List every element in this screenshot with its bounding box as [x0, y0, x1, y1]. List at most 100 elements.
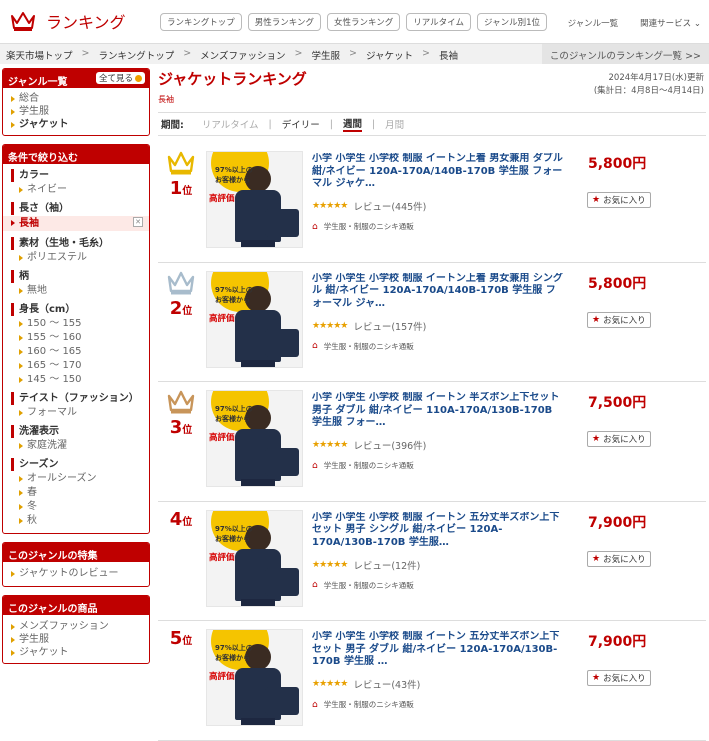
- shop-name[interactable]: 学生服・制服のニシキ通販: [324, 460, 414, 471]
- product-title[interactable]: 小学 小学生 小学校 制服 イートン 五分丈半ズボン上下セット 男子 ダブル 紺…: [312, 631, 564, 669]
- review-count[interactable]: レビュー(396件): [353, 438, 426, 452]
- shop-info: ⌂ 学生服・制服のニシキ通販: [312, 699, 414, 710]
- feature-item-jacket-review[interactable]: ジャケットのレビュー: [11, 567, 143, 580]
- genre-ranking-list-link[interactable]: このジャンルのランキング一覧 >>: [541, 44, 709, 64]
- rank-suffix: 位: [182, 186, 193, 197]
- shop-name[interactable]: 学生服・制服のニシキ通販: [324, 341, 414, 352]
- shop-house-icon: ⌂: [312, 460, 318, 471]
- badge-text: 97%以上の お客様から: [215, 165, 253, 185]
- filter-option-height-165[interactable]: 165 ～ 170: [11, 359, 143, 372]
- badge-percent: 97%以上の: [215, 524, 253, 533]
- filter-option-spring[interactable]: 春: [11, 486, 143, 499]
- product-image[interactable]: 97%以上の お客様から 高評価: [206, 629, 303, 726]
- shop-house-icon: ⌂: [312, 699, 318, 710]
- shop-name[interactable]: 学生服・制服のニシキ通販: [324, 580, 414, 591]
- review-count[interactable]: レビュー(43件): [353, 677, 420, 691]
- filter-option-formal[interactable]: フォーマル: [11, 406, 143, 419]
- filter-option-polyester[interactable]: ポリエステル: [11, 251, 143, 264]
- product-genre-school-uniform[interactable]: 学生服: [11, 633, 143, 646]
- review-count[interactable]: レビュー(445件): [353, 199, 426, 213]
- filter-selected-long-sleeve[interactable]: 長袖 ✕: [3, 216, 149, 231]
- favorite-button[interactable]: ★ お気に入り: [587, 670, 651, 686]
- favorite-button[interactable]: ★ お気に入り: [587, 550, 651, 567]
- badge-high-rating: 高評価: [209, 433, 235, 443]
- period-separator: |: [329, 118, 333, 130]
- filter-option-height-155[interactable]: 155 ～ 160: [11, 331, 143, 344]
- nav-female-ranking[interactable]: 女性ランキング: [327, 13, 401, 31]
- filter-option-height-160[interactable]: 160 ～ 165: [11, 345, 143, 358]
- model-legs: [241, 240, 275, 247]
- see-all-label: 全て見る: [98, 74, 133, 84]
- nav-male-ranking[interactable]: 男性ランキング: [247, 13, 321, 31]
- rank-value: 4: [169, 508, 183, 530]
- product-image[interactable]: 97%以上の お客様から 高評価: [206, 390, 303, 487]
- breadcrumb-school-uniform[interactable]: 学生服: [311, 48, 340, 62]
- jacket-thumbnail: [265, 567, 299, 596]
- filter-option-autumn[interactable]: 秋: [11, 514, 143, 527]
- favorite-button[interactable]: ★ お気に入り: [587, 192, 651, 208]
- badge-text: 97%以上の お客様から: [215, 524, 253, 544]
- review-count[interactable]: レビュー(12件): [353, 558, 420, 572]
- filter-option-plain[interactable]: 無地: [11, 284, 143, 297]
- product-title[interactable]: 小学 小学生 小学校 制服 イートン上着 男女兼用 シングル 紺/ネイビー 12…: [312, 273, 564, 311]
- filter-option-winter[interactable]: 冬: [11, 500, 143, 513]
- genre-item-school-uniform[interactable]: 学生服: [11, 105, 143, 118]
- filter-option-all-season[interactable]: オールシーズン: [11, 472, 143, 485]
- breadcrumb-ranking-top[interactable]: ランキングトップ: [98, 48, 174, 62]
- shop-name[interactable]: 学生服・制服のニシキ通販: [324, 221, 414, 232]
- favorite-label: お気に入り: [603, 674, 646, 684]
- product-title[interactable]: 小学 小学生 小学校 制服 イートン 五分丈半ズボン上下セット 男子 シングル …: [312, 512, 564, 550]
- breadcrumb: 楽天市場トップ > ランキングトップ > メンズファッション > 学生服 > ジャケット…: [0, 44, 709, 64]
- aggregation-period-line: (集計日：4月8日～4月14日): [593, 86, 704, 96]
- close-icon[interactable]: ✕: [133, 217, 143, 227]
- favorite-label: お気に入り: [603, 315, 646, 326]
- filter-option-home-wash[interactable]: 家庭洗濯: [11, 439, 143, 452]
- product-title[interactable]: 小学 小学生 小学校 制服 イートン 半ズボン上下セット 男子 ダブル 紺/ネイ…: [312, 392, 564, 430]
- tab-weekly[interactable]: 週間: [342, 116, 362, 132]
- feature-box: このジャンルの特集 ジャケットのレビュー: [2, 542, 150, 587]
- favorite-button[interactable]: ★ お気に入り: [587, 311, 651, 328]
- nav-genre-first[interactable]: ジャンル別1位: [477, 13, 547, 31]
- filter-option-height-150[interactable]: 150 ～ 155: [11, 317, 143, 330]
- related-services-link[interactable]: 関連サービス ⌄: [640, 17, 701, 29]
- genre-item-all[interactable]: 総合: [11, 92, 143, 105]
- filter-group-washing: 洗濯表示: [11, 425, 143, 438]
- filter-group-height: 身長（cm）: [11, 303, 143, 316]
- badge-high-rating: 高評価: [209, 672, 235, 682]
- breadcrumb-mens-fashion[interactable]: メンズファッション: [200, 48, 285, 62]
- filter-option-height-145[interactable]: 145 ～ 150: [11, 373, 143, 386]
- top-nav: ランキングトップ 男性ランキング 女性ランキング リアルタイム ジャンル別1位: [160, 13, 547, 31]
- favorite-button[interactable]: ★ お気に入り: [587, 431, 651, 447]
- filter-group-sleeve-length: 長さ（袖）: [11, 202, 143, 215]
- product-genre-mens-fashion[interactable]: メンズファッション: [11, 620, 143, 633]
- nav-realtime[interactable]: リアルタイム: [406, 13, 471, 31]
- product-price: 7,500円: [588, 395, 647, 411]
- see-all-button[interactable]: 全て見る: [95, 72, 145, 84]
- ranking-logo[interactable]: ランキング: [10, 9, 126, 33]
- tab-realtime[interactable]: リアルタイム: [202, 117, 259, 131]
- breadcrumb-rakuten-top[interactable]: 楽天市場トップ: [6, 48, 73, 62]
- nav-ranking-top[interactable]: ランキングトップ: [160, 13, 242, 31]
- genre-list-link[interactable]: ジャンル一覧: [568, 17, 619, 29]
- review-count[interactable]: レビュー(157件): [353, 319, 426, 333]
- product-title[interactable]: 小学 小学生 小学校 制服 イートン上着 男女兼用 ダブル 紺/ネイビー 120…: [312, 153, 564, 191]
- favorite-label: お気に入り: [603, 435, 646, 445]
- tab-monthly[interactable]: 月間: [385, 117, 404, 131]
- shop-name[interactable]: 学生服・制服のニシキ通販: [324, 699, 414, 710]
- tab-daily[interactable]: デイリー: [282, 117, 320, 131]
- rank-badge: 4位: [163, 508, 199, 533]
- circle-arrow-icon: [135, 74, 142, 82]
- filter-option-navy[interactable]: ネイビー: [11, 183, 143, 196]
- rank-value: 3: [169, 417, 183, 438]
- genre-item-jacket[interactable]: ジャケット: [11, 118, 143, 131]
- sidebar: ジャンル一覧 全て見る 総合 学生服 ジャケット 条件で絞り込む カラー ネイビ…: [2, 68, 150, 672]
- rank-badge: 1位: [163, 149, 199, 202]
- breadcrumb-jacket[interactable]: ジャケット: [366, 48, 413, 62]
- product-image[interactable]: 97%以上の お客様から 高評価: [206, 151, 303, 248]
- product-image[interactable]: 97%以上の お客様から 高評価: [206, 509, 303, 607]
- favorite-label: お気に入り: [603, 196, 646, 206]
- ranking-item: 3位 97%以上の お客様から 高評価 小学 小学生 小学校 制服 イートン 半ズ…: [158, 382, 706, 502]
- product-image[interactable]: 97%以上の お客様から 高評価: [206, 270, 303, 368]
- breadcrumb-long-sleeve[interactable]: 長袖: [439, 48, 458, 62]
- product-genre-jacket[interactable]: ジャケット: [11, 646, 143, 659]
